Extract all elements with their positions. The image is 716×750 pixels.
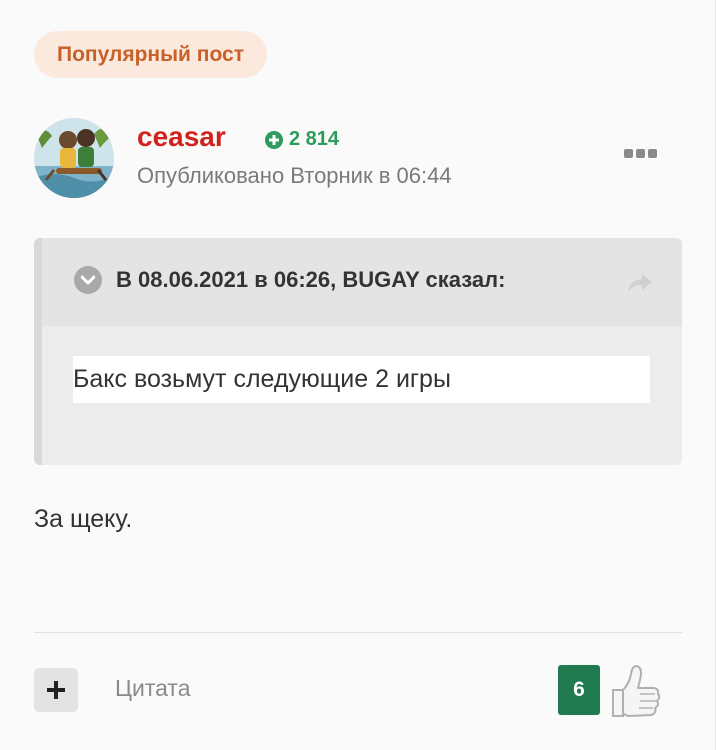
avatar-image (34, 118, 114, 198)
quote-text: Бакс возьмут следующие 2 игры (73, 356, 650, 403)
chevron-down-icon[interactable] (74, 266, 102, 294)
quote-header: В 08.06.2021 в 06:26, BUGAY сказал: (42, 238, 682, 326)
post-card: Популярный пост ceasar 2 814 Опубликован… (0, 0, 716, 750)
quote-citation: В 08.06.2021 в 06:26, BUGAY сказал: (116, 267, 506, 292)
reputation-badge: 2 814 (265, 128, 339, 151)
reputation-count: 2 814 (289, 128, 340, 150)
quote-button[interactable]: Цитата (115, 675, 191, 702)
published-date: Опубликовано Вторник в 06:44 (137, 163, 452, 188)
avatar[interactable] (34, 118, 114, 198)
popular-post-badge: Популярный пост (34, 31, 267, 78)
quote-block: В 08.06.2021 в 06:26, BUGAY сказал: Бакс… (34, 238, 682, 465)
thumbs-up-icon[interactable] (607, 660, 663, 720)
plus-circle-icon (265, 130, 283, 149)
more-options-icon[interactable] (624, 147, 660, 159)
share-arrow-icon[interactable] (626, 272, 654, 294)
like-count[interactable]: 6 (558, 665, 600, 715)
post-content: За щеку. (34, 505, 133, 533)
multiquote-plus-button[interactable] (34, 668, 78, 712)
divider (34, 632, 682, 633)
author-name[interactable]: ceasar (137, 121, 226, 153)
